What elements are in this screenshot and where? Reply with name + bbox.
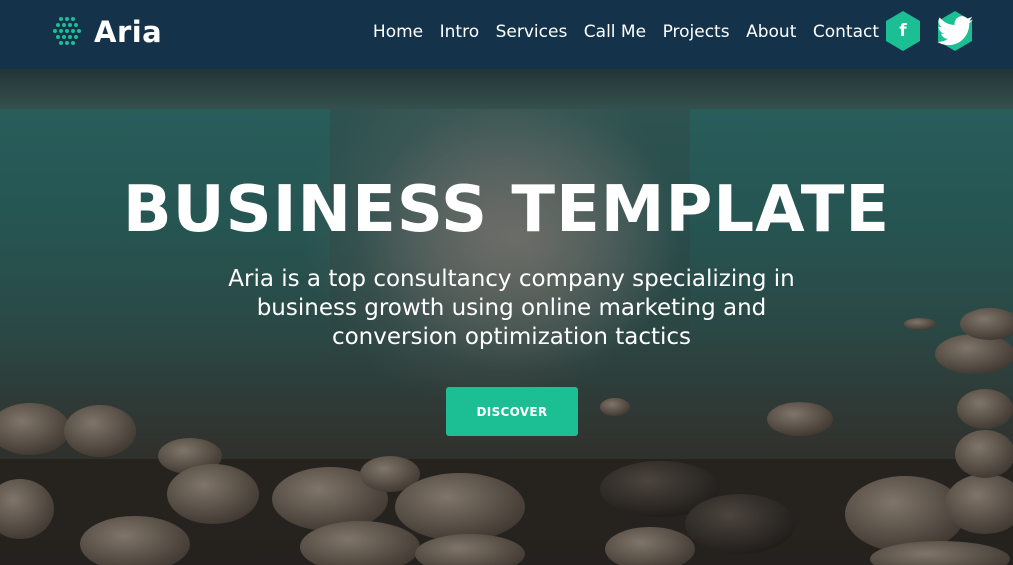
brand-logo[interactable]: Aria bbox=[48, 14, 162, 50]
brand-name: Aria bbox=[94, 15, 163, 49]
twitter-icon bbox=[937, 10, 973, 52]
twitter-button[interactable] bbox=[937, 10, 973, 52]
nav-item-call-me[interactable]: Call Me bbox=[584, 22, 646, 42]
nav-item-about[interactable]: About bbox=[746, 22, 796, 42]
nav-item-projects[interactable]: Projects bbox=[663, 22, 730, 42]
hero-subtitle: Aria is a top consultancy company specia… bbox=[228, 266, 795, 350]
hero-title: BUSINESS TEMPLATE bbox=[122, 173, 891, 247]
nav-item-services[interactable]: Services bbox=[496, 22, 568, 42]
nav-item-intro[interactable]: Intro bbox=[440, 22, 479, 42]
top-navbar: Aria Home Intro Services Call Me Project… bbox=[0, 0, 1013, 69]
facebook-icon: f bbox=[899, 21, 907, 41]
discover-button[interactable]: DISCOVER bbox=[446, 387, 578, 436]
hero-section: BUSINESS TEMPLATE Aria is a top consulta… bbox=[0, 69, 1013, 565]
nav-item-contact[interactable]: Contact bbox=[813, 22, 879, 42]
main-nav: Home Intro Services Call Me Projects Abo… bbox=[356, 21, 879, 43]
nav-item-home[interactable]: Home bbox=[373, 22, 423, 42]
facebook-button[interactable]: f bbox=[885, 10, 921, 52]
dotted-hexagon-logo-icon bbox=[53, 17, 81, 45]
